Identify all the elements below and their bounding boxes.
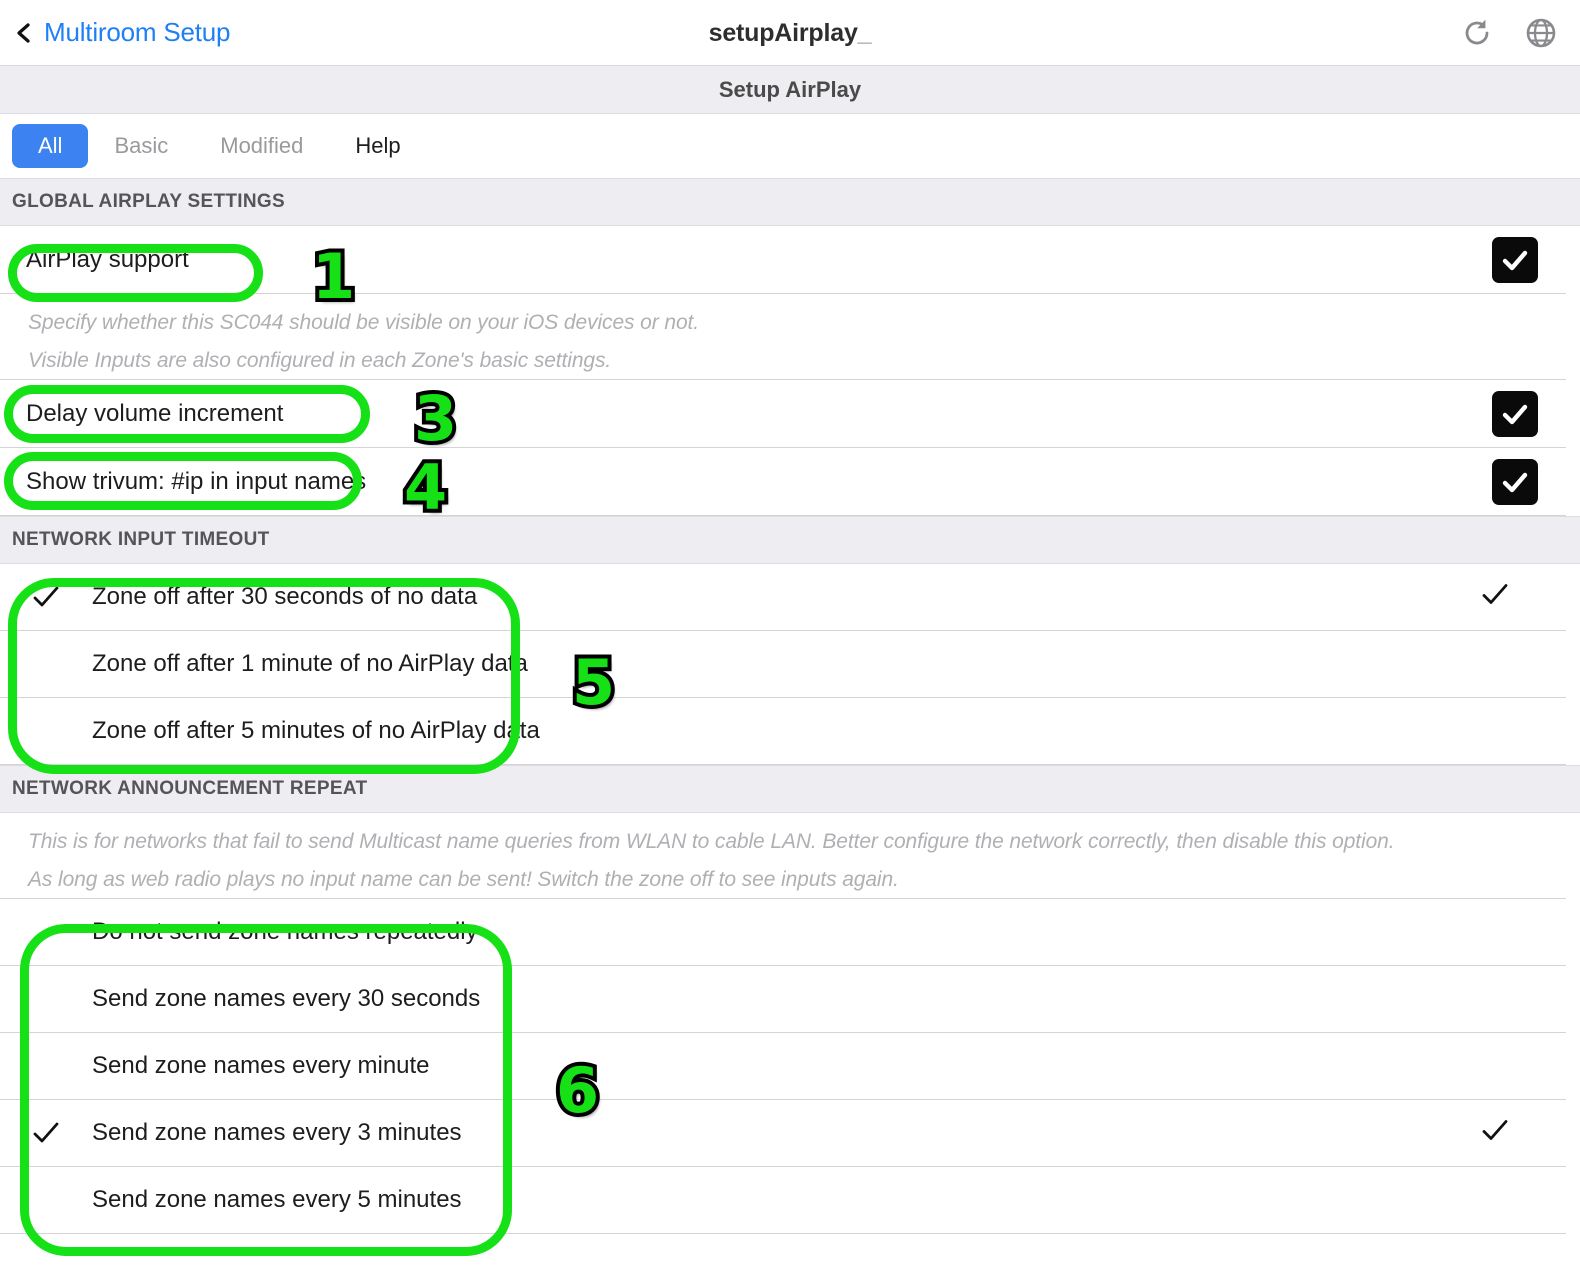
option-label: Send zone names every 5 minutes <box>92 1186 462 1213</box>
help-text: This is for networks that fail to send M… <box>28 830 1395 853</box>
row-delay-volume-increment[interactable]: Delay volume increment <box>0 380 1566 448</box>
section-header-label: NETWORK INPUT TIMEOUT <box>12 529 270 550</box>
section-header-label: GLOBAL AIRPLAY SETTINGS <box>12 191 285 212</box>
option-label: Send zone names every 3 minutes <box>92 1119 462 1146</box>
title-caret: _ <box>857 17 872 45</box>
check-icon <box>0 1118 92 1148</box>
help-text: Specify whether this SC044 should be vis… <box>28 311 699 334</box>
option-label: Zone off after 1 minute of no AirPlay da… <box>92 650 528 677</box>
option-zone-off-5-minutes[interactable]: Zone off after 5 minutes of no AirPlay d… <box>0 698 1566 765</box>
checkbox-delay-volume-increment[interactable] <box>1492 390 1538 437</box>
tab-all[interactable]: All <box>12 124 89 168</box>
check-icon <box>0 582 92 612</box>
navbar-actions <box>1460 0 1558 65</box>
option-send-every-5-minutes[interactable]: Send zone names every 5 minutes <box>0 1167 1566 1234</box>
back-button-label: Multiroom Setup <box>44 17 231 47</box>
row-label: Show trivum: #ip in input names <box>26 467 367 495</box>
globe-icon[interactable] <box>1524 16 1558 50</box>
checkbox-show-trivum-ip[interactable] <box>1492 458 1538 505</box>
checkbox-airplay-support[interactable] <box>1492 236 1538 283</box>
option-send-every-30-seconds[interactable]: Send zone names every 30 seconds <box>0 966 1566 1033</box>
help-line-airplay-2: Visible Inputs are also configured in ea… <box>0 342 1566 380</box>
refresh-icon[interactable] <box>1460 16 1494 50</box>
back-button[interactable]: Multiroom Setup <box>0 17 231 48</box>
option-label: Send zone names every 30 seconds <box>92 985 481 1012</box>
help-line-airplay-1: Specify whether this SC044 should be vis… <box>0 304 1580 342</box>
selected-check-icon <box>1480 1116 1510 1151</box>
help-text: As long as web radio plays no input name… <box>28 867 899 891</box>
spacer <box>0 813 1580 823</box>
section-header-network-input-timeout: NETWORK INPUT TIMEOUT <box>0 516 1580 564</box>
row-airplay-support[interactable]: AirPlay support <box>0 226 1566 294</box>
option-send-every-3-minutes[interactable]: Send zone names every 3 minutes <box>0 1100 1566 1167</box>
option-label: Zone off after 30 seconds of no data <box>92 583 478 610</box>
tab-basic[interactable]: Basic <box>88 124 194 168</box>
option-send-every-minute[interactable]: Send zone names every minute <box>0 1033 1566 1100</box>
option-zone-off-30-seconds[interactable]: Zone off after 30 seconds of no data <box>0 564 1566 631</box>
option-zone-off-1-minute[interactable]: Zone off after 1 minute of no AirPlay da… <box>0 631 1566 698</box>
subtitle-band: Setup AirPlay <box>0 66 1580 114</box>
app-root: Multiroom Setup setupAirplay_ Setup AirP… <box>0 0 1580 1271</box>
selected-check-icon <box>1480 580 1510 615</box>
row-show-trivum-ip[interactable]: Show trivum: #ip in input names <box>0 448 1566 516</box>
filter-tabbar: All Basic Modified Help <box>0 114 1580 178</box>
section-header-label: NETWORK ANNOUNCEMENT REPEAT <box>12 778 368 799</box>
chevron-left-icon <box>14 22 34 43</box>
page-title: setupAirplay_ <box>0 17 1580 48</box>
option-label: Do not send zone names repeatedly <box>92 918 478 945</box>
section-header-global-airplay: GLOBAL AIRPLAY SETTINGS <box>0 178 1580 226</box>
spacer <box>0 294 1580 304</box>
section-header-network-announcement-repeat: NETWORK ANNOUNCEMENT REPEAT <box>0 765 1580 813</box>
tab-help[interactable]: Help <box>329 124 426 168</box>
help-line-announce-2: As long as web radio plays no input name… <box>0 861 1566 899</box>
row-label: Delay volume increment <box>26 399 284 427</box>
help-text: Visible Inputs are also configured in ea… <box>28 348 612 372</box>
page-title-text: setupAirplay <box>708 19 858 47</box>
option-label: Send zone names every minute <box>92 1052 430 1079</box>
row-label: AirPlay support <box>26 245 189 273</box>
option-label: Zone off after 5 minutes of no AirPlay d… <box>92 717 540 744</box>
option-do-not-send-repeatedly[interactable]: Do not send zone names repeatedly <box>0 899 1566 966</box>
top-navigation-bar: Multiroom Setup setupAirplay_ <box>0 0 1580 66</box>
help-line-announce-1: This is for networks that fail to send M… <box>0 823 1580 861</box>
subtitle-text: Setup AirPlay <box>718 76 862 102</box>
tab-modified[interactable]: Modified <box>194 124 329 168</box>
